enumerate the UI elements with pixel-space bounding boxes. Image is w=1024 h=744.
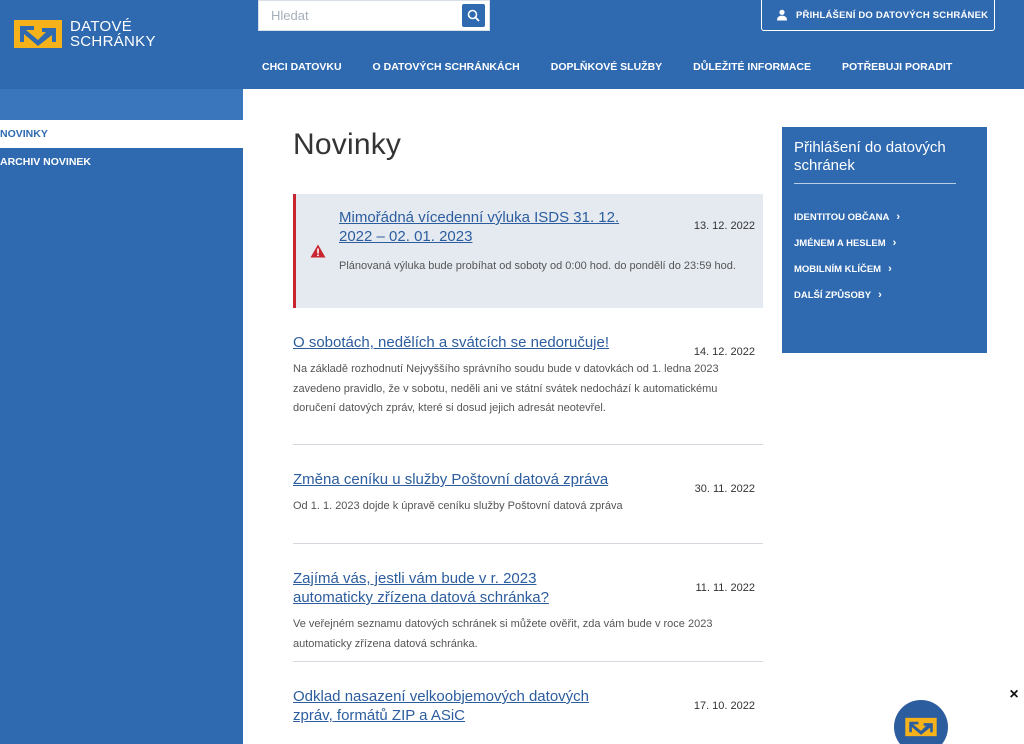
login-top-label: PŘIHLÁŠENÍ DO DATOVÝCH SCHRÁNEK	[796, 9, 989, 21]
news-title-link[interactable]: Změna ceníku u služby Poštovní datová zp…	[293, 470, 613, 489]
nav-item-chci-datovku[interactable]: CHCI DATOVKU	[262, 61, 342, 73]
news-text: Od 1. 1. 2023 dojde k úpravě ceníku služ…	[293, 500, 623, 512]
login-link-dalsi-zpusoby[interactable]: DALŠÍ ZPŮSOBY ›	[794, 282, 975, 308]
chevron-right-icon: ›	[878, 289, 882, 301]
news-date: 17. 10. 2022	[693, 700, 755, 712]
news-text: Na základě rozhodnutí Nejvyššího správní…	[293, 363, 719, 414]
search-button[interactable]	[462, 4, 485, 27]
sidebar-item-archiv-novinek[interactable]: ARCHIV NOVINEK	[0, 148, 243, 176]
site-logo[interactable]: DATOVÉ SCHRÁNKY	[12, 18, 156, 50]
news-item: Zajímá vás, jestli vám bude v r. 2023 au…	[293, 544, 763, 662]
page-title: Novinky	[293, 128, 402, 161]
nav-item-dulezite-informace[interactable]: DŮLEŽITÉ INFORMACE	[693, 61, 811, 73]
login-panel-title: Přihlášení do datových schránek	[794, 139, 956, 184]
search-icon	[467, 9, 480, 22]
alert-text: Plánovaná výluka bude probíhat od soboty…	[339, 260, 736, 272]
news-date: 30. 11. 2022	[694, 483, 755, 495]
chevron-right-icon: ›	[888, 263, 892, 275]
login-link-mobilnim-klicem[interactable]: MOBILNÍM KLÍČEM ›	[794, 256, 975, 282]
nav-item-doplnkove-sluzby[interactable]: DOPLŇKOVÉ SLUŽBY	[551, 61, 662, 73]
news-date: 11. 11. 2022	[695, 582, 755, 594]
logo-text-line1: DATOVÉ	[70, 18, 133, 35]
news-item: O sobotách, nedělích a svátcích se nedor…	[293, 308, 763, 445]
news-date: 14. 12. 2022	[693, 346, 755, 358]
sidebar-item-novinky[interactable]: NOVINKY	[0, 120, 243, 148]
login-link-label: JMÉNEM A HESLEM	[794, 237, 886, 249]
sidebar-top-strip	[0, 89, 243, 120]
login-link-label: DALŠÍ ZPŮSOBY	[794, 289, 872, 301]
login-link-label: IDENTITOU OBČANA	[794, 211, 890, 223]
search-input[interactable]	[259, 1, 449, 30]
sidebar: NOVINKY ARCHIV NOVINEK	[0, 89, 243, 744]
site-header: DATOVÉ SCHRÁNKY PŘIHLÁŠENÍ DO DATOVÝCH S…	[0, 0, 1024, 89]
login-top-button[interactable]: PŘIHLÁŠENÍ DO DATOVÝCH SCHRÁNEK	[761, 0, 995, 31]
nav-item-potrebuji-poradit[interactable]: POTŘEBUJI PORADIT	[842, 61, 952, 73]
main-content: Novinky Mimořádná vícedenní výluka ISDS …	[293, 128, 763, 744]
logo-icon	[14, 20, 62, 48]
alert-title-link[interactable]: Mimořádná vícedenní výluka ISDS 31. 12. …	[339, 208, 639, 246]
logo-icon	[905, 717, 937, 737]
news-text: Ve veřejném seznamu datových schránek si…	[293, 618, 713, 650]
login-panel: Přihlášení do datových schránek IDENTITO…	[782, 127, 987, 353]
close-icon[interactable]: ×	[1005, 686, 1023, 704]
warning-icon	[310, 244, 326, 258]
search-box	[258, 0, 490, 31]
news-item: Změna ceníku u služby Poštovní datová zp…	[293, 445, 763, 544]
login-link-label: MOBILNÍM KLÍČEM	[794, 263, 882, 275]
news-title-link[interactable]: O sobotách, nedělích a svátcích se nedor…	[293, 333, 613, 352]
login-link-jmenem-a-heslem[interactable]: JMÉNEM A HESLEM ›	[794, 230, 975, 256]
login-link-identitou-obcana[interactable]: IDENTITOU OBČANA ›	[794, 204, 975, 230]
alert-news-item: Mimořádná vícedenní výluka ISDS 31. 12. …	[293, 194, 763, 308]
news-title-link[interactable]: Odklad nasazení velkoobjemových datových…	[293, 687, 613, 725]
alert-date: 13. 12. 2022	[693, 220, 755, 232]
chevron-right-icon: ›	[896, 211, 901, 223]
user-icon	[777, 9, 787, 21]
news-item: Odklad nasazení velkoobjemových datových…	[293, 662, 763, 744]
nav-item-o-datovych-schrankach[interactable]: O DATOVÝCH SCHRÁNKÁCH	[373, 61, 520, 73]
logo-text-line2: SCHRÁNKY	[70, 33, 156, 50]
news-title-link[interactable]: Zajímá vás, jestli vám bude v r. 2023 au…	[293, 569, 583, 607]
chevron-right-icon: ›	[892, 237, 897, 249]
main-nav: CHCI DATOVKU O DATOVÝCH SCHRÁNKÁCH DOPLŇ…	[262, 61, 983, 73]
chat-launcher-button[interactable]	[894, 700, 948, 744]
